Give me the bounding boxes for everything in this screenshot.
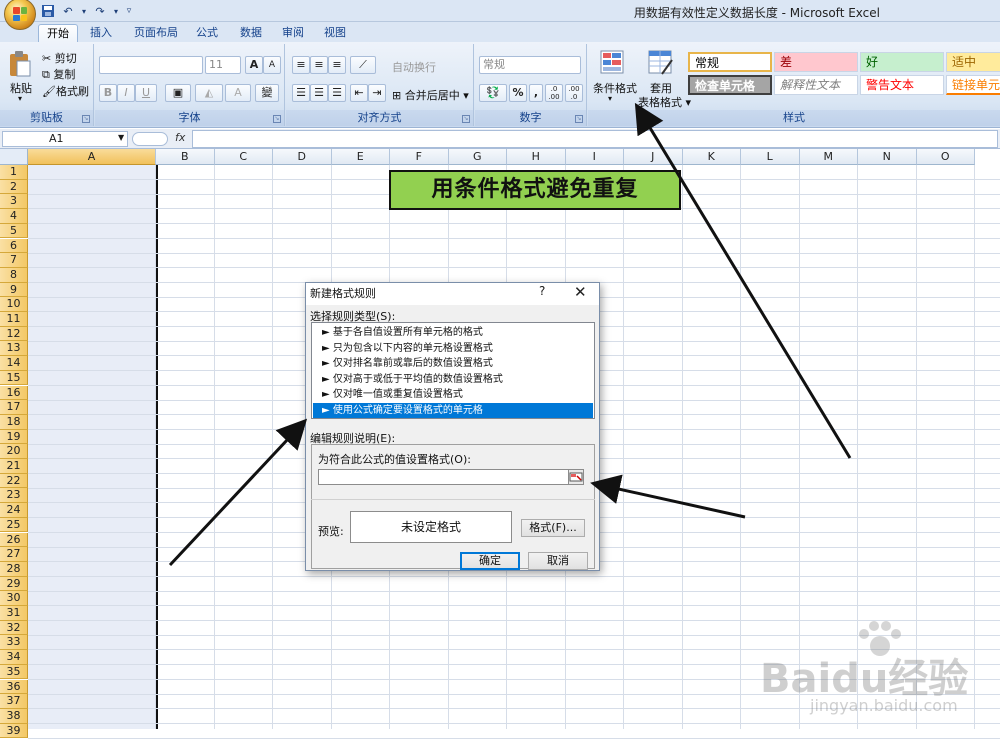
watermark-url: jingyan.baidu.com	[810, 696, 958, 715]
office-logo-icon	[13, 7, 27, 21]
arrow-to-formula-field	[590, 474, 746, 519]
baidu-watermark: Baidu经验 jingyan.baidu.com	[760, 620, 1000, 720]
arrow-to-conditional-format	[634, 102, 852, 459]
grid-line	[28, 737, 1000, 739]
arrow-to-formula-rule	[168, 418, 308, 567]
